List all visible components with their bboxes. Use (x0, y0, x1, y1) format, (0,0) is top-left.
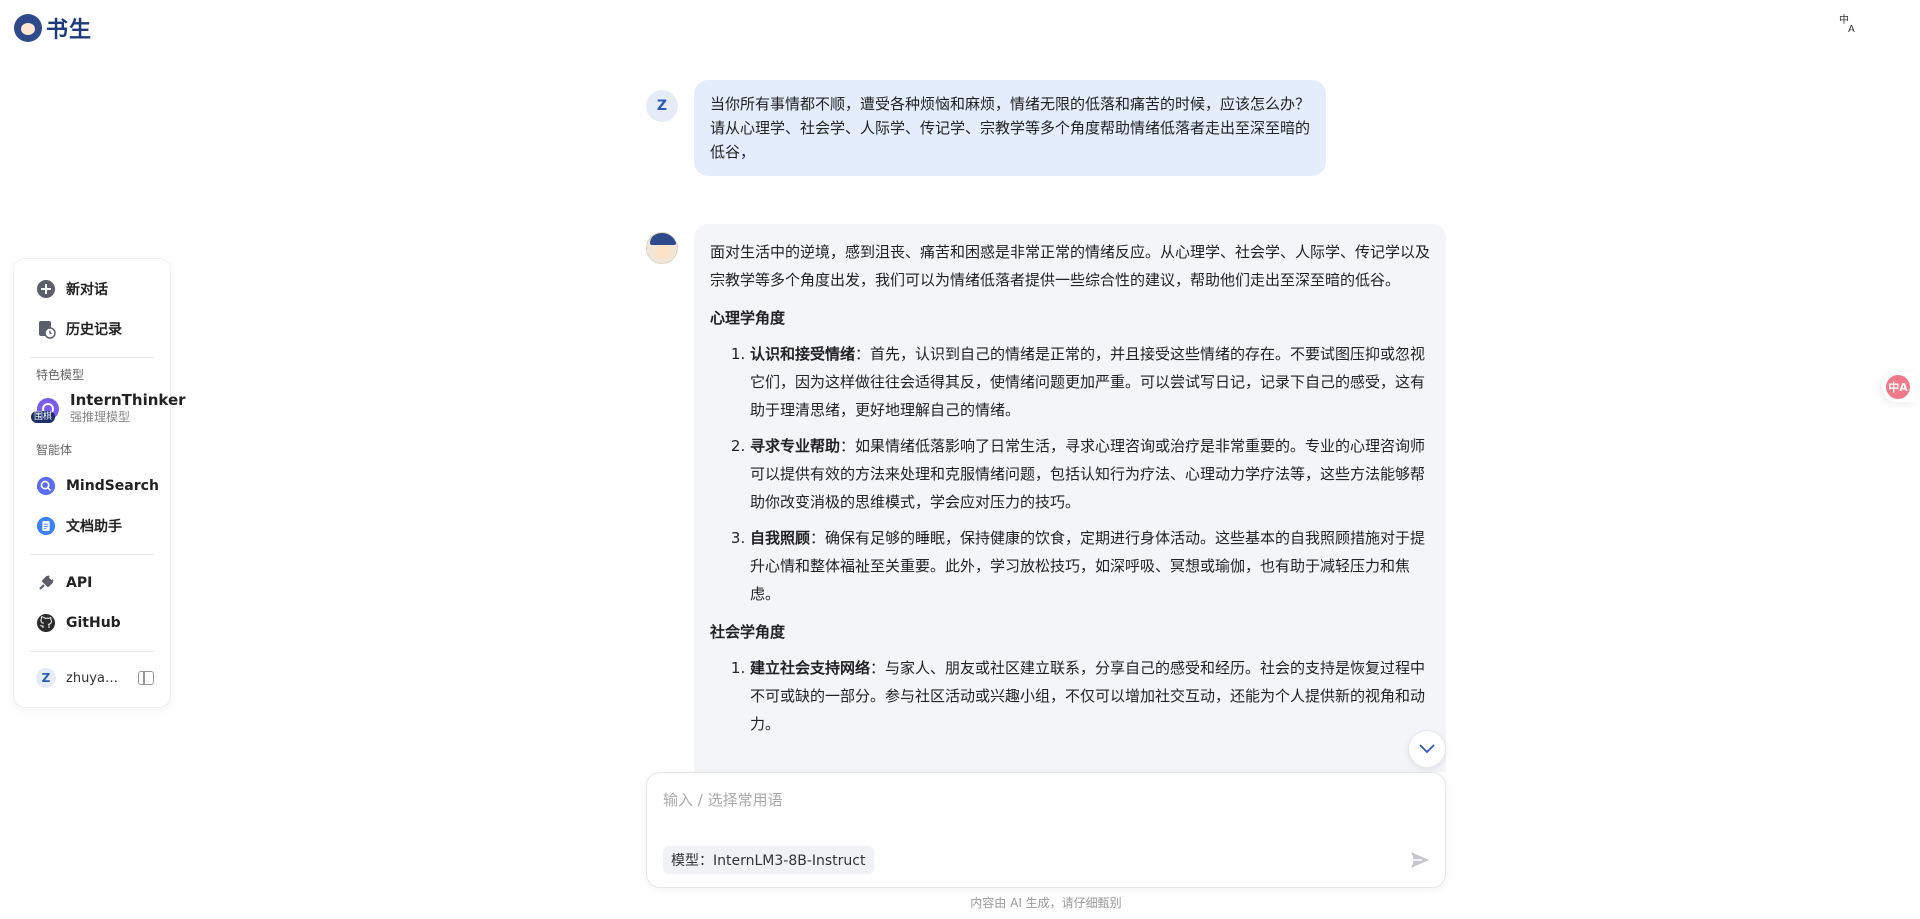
avatar: Z (36, 668, 56, 688)
sidebar-item-internthinker[interactable]: 围棋 InternThinker 强推理模型 (24, 391, 186, 435)
user-profile[interactable]: Z zhuya… (24, 660, 160, 696)
sidebar-collapse-icon[interactable] (138, 671, 154, 685)
floating-helper-button[interactable]: 中A (1882, 372, 1916, 402)
list-item: 建立社会支持网络：与家人、朋友或社区建立联系，分享自己的感受和经历。社会的支持是… (750, 654, 1430, 738)
list-item-text: ：确保有足够的睡眠，保持健康的饮食，定期进行身体活动。这些基本的自我照顾措施对于… (750, 529, 1426, 603)
sidebar-item-github[interactable]: GitHub (24, 603, 160, 643)
scholar-logo-icon (14, 14, 42, 42)
github-icon (36, 613, 56, 633)
list-item-title: 认识和接受情绪 (750, 345, 856, 363)
brand-name: 书生 (46, 18, 93, 43)
assistant-message-bubble: 面对生活中的逆境，感到沮丧、痛苦和困惑是非常正常的情绪反应。从心理学、社会学、人… (694, 224, 1446, 772)
history-label: 历史记录 (66, 322, 122, 338)
scroll-to-bottom-button[interactable] (1408, 730, 1446, 768)
new-chat-button[interactable]: 新对话 (24, 269, 160, 309)
message-composer: 模型：InternLM3-8B-Instruct (646, 772, 1446, 888)
send-button[interactable] (1407, 847, 1433, 873)
plug-icon (36, 573, 56, 593)
mindsearch-label: MindSearch (66, 478, 159, 494)
sidebar-divider (30, 554, 154, 555)
assistant-intro: 面对生活中的逆境，感到沮丧、痛苦和困惑是非常正常的情绪反应。从心理学、社会学、人… (710, 243, 1431, 289)
sidebar-item-mindsearch[interactable]: MindSearch (24, 466, 160, 506)
brand-logo[interactable]: 书生 (14, 12, 92, 44)
sidebar-divider (30, 357, 154, 358)
chevron-down-icon (1419, 744, 1435, 754)
section-heading: 社会学角度 (710, 623, 786, 641)
mindsearch-icon (36, 476, 56, 496)
psychology-list: 认识和接受情绪：首先，认识到自己的情绪是正常的，并且接受这些情绪的存在。不要试图… (710, 340, 1430, 608)
sidebar: 新对话 历史记录 特色模型 围棋 InternThinker 强推理模型 智能体… (13, 258, 186, 708)
sidebar-item-doc-assistant[interactable]: 文档助手 (24, 506, 160, 546)
history-icon (36, 319, 56, 339)
internthinker-icon: 围棋 (31, 397, 60, 423)
new-chat-label: 新对话 (66, 282, 108, 298)
list-item-text: ：如果情绪低落影响了日常生活，寻求心理咨询或治疗是非常重要的。专业的心理咨询师可… (750, 437, 1426, 511)
sidebar-item-api[interactable]: API (24, 563, 160, 603)
history-button[interactable]: 历史记录 (24, 309, 160, 349)
user-avatar: Z (646, 90, 678, 122)
section-heading: 心理学角度 (710, 309, 786, 327)
ai-disclaimer: 内容由 AI 生成，请仔细甄别 (970, 896, 1122, 910)
sociology-list: 建立社会支持网络：与家人、朋友或社区建立联系，分享自己的感受和经历。社会的支持是… (710, 654, 1430, 738)
translate-helper-icon: 中A (1886, 375, 1910, 399)
plus-circle-icon (36, 279, 56, 299)
featured-models-heading: 特色模型 (36, 368, 85, 382)
language-switch-button[interactable]: 中 A (1838, 12, 1860, 34)
sidebar-divider (30, 651, 154, 652)
doc-assistant-label: 文档助手 (66, 519, 122, 535)
assistant-avatar (646, 232, 678, 264)
agents-heading: 智能体 (36, 443, 73, 457)
model-selector[interactable]: 模型：InternLM3-8B-Instruct (663, 846, 874, 874)
document-icon (36, 516, 56, 536)
list-item: 自我照顾：确保有足够的睡眠，保持健康的饮食，定期进行身体活动。这些基本的自我照顾… (750, 524, 1430, 608)
svg-text:A: A (1848, 24, 1855, 33)
list-item: 认识和接受情绪：首先，认识到自己的情绪是正常的，并且接受这些情绪的存在。不要试图… (750, 340, 1430, 424)
internthinker-subtitle: 强推理模型 (70, 410, 131, 424)
list-item: 寻求专业帮助：如果情绪低落影响了日常生活，寻求心理咨询或治疗是非常重要的。专业的… (750, 432, 1430, 516)
user-message: Z 当你所有事情都不顺，遭受各种烦恼和麻烦，情绪无限的低落和痛苦的时候，应该怎么… (646, 80, 1326, 176)
translate-icon: 中 A (1839, 13, 1855, 33)
user-name: zhuya… (66, 670, 118, 686)
api-label: API (66, 575, 93, 591)
assistant-message: 面对生活中的逆境，感到沮丧、痛苦和困惑是非常正常的情绪反应。从心理学、社会学、人… (646, 224, 1446, 772)
list-item-title: 寻求专业帮助 (750, 437, 841, 455)
message-input[interactable] (663, 787, 1423, 813)
list-item-title: 建立社会支持网络 (750, 659, 871, 677)
github-label: GitHub (66, 615, 121, 631)
go-badge: 围棋 (31, 411, 56, 423)
send-icon (1411, 852, 1429, 868)
user-message-bubble: 当你所有事情都不顺，遭受各种烦恼和麻烦，情绪无限的低落和痛苦的时候，应该怎么办？… (694, 80, 1326, 176)
list-item-title: 自我照顾 (750, 529, 811, 547)
chat-area: Z 当你所有事情都不顺，遭受各种烦恼和麻烦，情绪无限的低落和痛苦的时候，应该怎么… (646, 0, 1446, 772)
internthinker-label: InternThinker (70, 391, 186, 409)
